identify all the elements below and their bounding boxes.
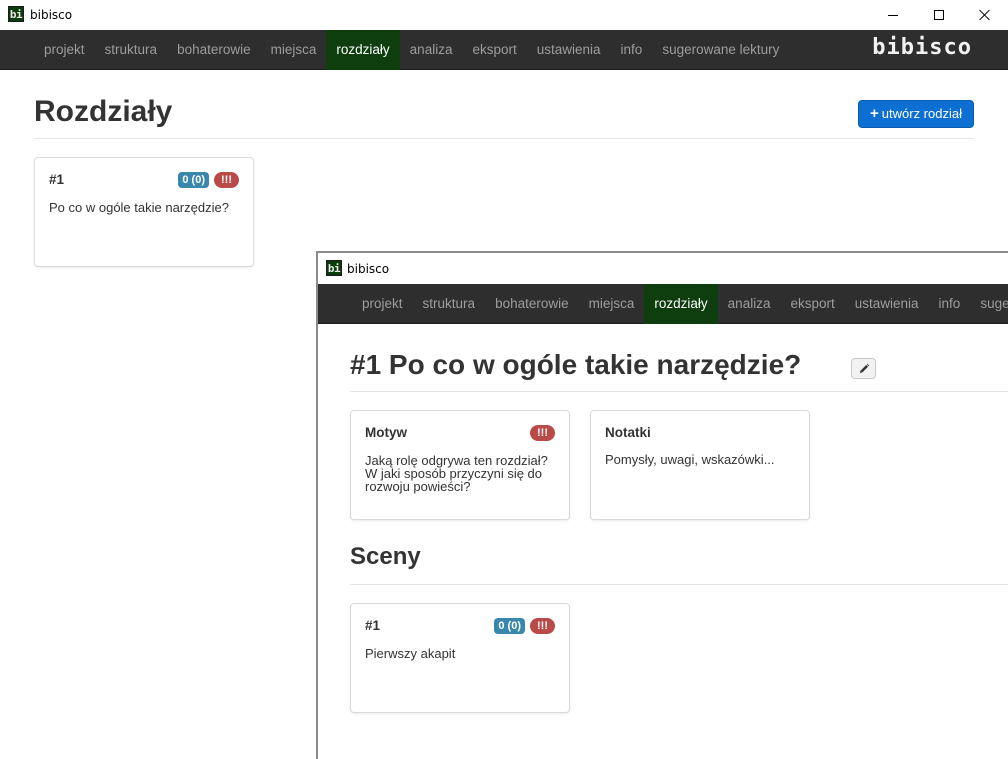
nav-item-ustawienia[interactable]: ustawienia: [527, 30, 611, 70]
app-logo-icon: bi: [326, 260, 342, 276]
nav-item-bohaterowie[interactable]: bohaterowie: [485, 284, 579, 324]
window-title: bibisco: [347, 262, 390, 276]
nav-item-analiza[interactable]: analiza: [400, 30, 463, 70]
minimize-icon: [888, 14, 898, 16]
scenes-section-title: Sceny: [350, 543, 421, 570]
status-alert-badge: !!!: [530, 618, 555, 634]
app-logo-icon: bi: [8, 6, 24, 22]
nav-item-miejsca[interactable]: miejsca: [579, 284, 645, 324]
notes-card-text: Pomysły, uwagi, wskazówki...: [605, 452, 775, 467]
plus-icon: +: [870, 105, 879, 122]
main-navbar: projekt struktura bohaterowie miejsca ro…: [0, 30, 1008, 70]
chapter-title: #1 Po co w ogóle takie narzędzie?: [350, 349, 802, 380]
motive-badges: !!!: [530, 425, 555, 441]
pencil-icon: [859, 363, 869, 373]
nav-item-analiza[interactable]: analiza: [718, 284, 781, 324]
nav-item-info[interactable]: info: [929, 284, 971, 324]
maximize-button[interactable]: [916, 0, 962, 30]
close-icon: [979, 9, 991, 21]
scene-title: Pierwszy akapit: [365, 646, 456, 661]
nav-item-eksport[interactable]: eksport: [780, 284, 844, 324]
nav-item-eksport[interactable]: eksport: [462, 30, 526, 70]
motive-card-title: Motyw: [365, 425, 407, 440]
scene-badges: 0 (0) !!!: [494, 618, 555, 634]
nav-item-projekt[interactable]: projekt: [34, 30, 95, 70]
scene-count-badge: 0 (0): [178, 172, 209, 188]
minimize-button[interactable]: [870, 0, 916, 30]
title-divider: [350, 391, 1008, 392]
maximize-icon: [934, 10, 944, 20]
nav-item-bohaterowie[interactable]: bohaterowie: [167, 30, 261, 70]
nav-item-ustawienia[interactable]: ustawienia: [845, 284, 929, 324]
notes-card[interactable]: Notatki Pomysły, uwagi, wskazówki...: [590, 410, 810, 520]
section-divider: [350, 584, 1008, 585]
chapter-detail-window: bi bibisco projekt struktura bohaterowie…: [316, 251, 1008, 759]
nav-item-rozdzialy[interactable]: rozdziały: [644, 284, 718, 324]
status-alert-badge: !!!: [214, 172, 239, 188]
nav-menu: projekt struktura bohaterowie miejsca ro…: [34, 30, 789, 70]
scene-number: #1: [365, 618, 381, 633]
create-chapter-button[interactable]: + utwórz rodział: [858, 100, 974, 128]
chapter-badges: 0 (0) !!!: [178, 172, 239, 188]
nav-item-sugerowane-lektury[interactable]: sugerowane lektury: [970, 284, 1008, 324]
create-chapter-label: utwórz rodział: [881, 106, 962, 121]
nav-item-info[interactable]: info: [611, 30, 653, 70]
scene-card[interactable]: #1 0 (0) !!! Pierwszy akapit: [350, 603, 570, 713]
nav-item-struktura[interactable]: struktura: [95, 30, 168, 70]
nav-item-projekt[interactable]: projekt: [352, 284, 413, 324]
nav-item-rozdzialy[interactable]: rozdziały: [326, 30, 400, 70]
brand-logo: bibisco: [872, 35, 972, 60]
notes-card-title: Notatki: [605, 425, 651, 440]
close-button[interactable]: [962, 0, 1008, 30]
motive-card-text: Jaką rolę odgrywa ten rozdział? W jaki s…: [365, 453, 548, 494]
edit-title-button[interactable]: [851, 358, 876, 379]
title-bar: bi bibisco: [0, 0, 1008, 30]
title-divider: [34, 138, 974, 139]
window-title: bibisco: [30, 8, 73, 22]
motive-card[interactable]: Motyw !!! Jaką rolę odgrywa ten rozdział…: [350, 410, 570, 520]
nav-item-miejsca[interactable]: miejsca: [261, 30, 327, 70]
revision-count-badge: 0 (0): [494, 618, 525, 634]
nav-item-sugerowane-lektury[interactable]: sugerowane lektury: [652, 30, 789, 70]
detail-navbar: projekt struktura bohaterowie miejsca ro…: [318, 284, 1008, 324]
detail-nav-menu: projekt struktura bohaterowie miejsca ro…: [352, 284, 1008, 324]
chapter-title: Po co w ogóle takie narzędzie?: [49, 200, 229, 215]
page-title: Rozdziały: [34, 95, 173, 128]
chapter-card[interactable]: #1 0 (0) !!! Po co w ogóle takie narzędz…: [34, 157, 254, 267]
status-alert-badge: !!!: [530, 425, 555, 441]
chapter-number: #1: [49, 172, 65, 187]
nav-item-struktura[interactable]: struktura: [413, 284, 486, 324]
